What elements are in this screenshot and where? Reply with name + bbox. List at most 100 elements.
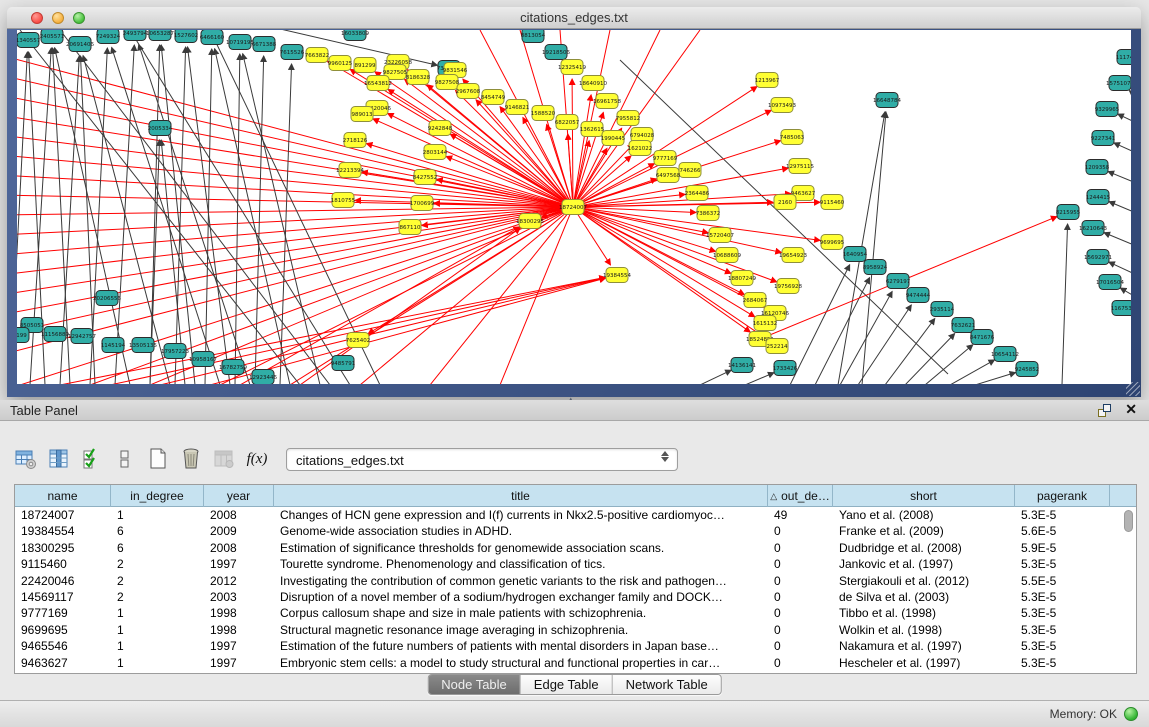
- table-row[interactable]: 946362711997Embryonic stem cells: a mode…: [15, 655, 1136, 671]
- select-all-icon[interactable]: [80, 447, 104, 471]
- graph-node[interactable]: 20691406: [66, 37, 94, 52]
- column-header-name[interactable]: name: [15, 485, 111, 507]
- graph-node[interactable]: 7615526: [280, 45, 305, 60]
- graph-node-selected[interactable]: 2684067: [743, 293, 768, 308]
- table-row[interactable]: 1938455462009Genome-wide association stu…: [15, 523, 1136, 539]
- graph-node[interactable]: 1145194: [101, 338, 126, 353]
- graph-node-selected[interactable]: 18640910: [579, 76, 607, 91]
- graph-node-selected[interactable]: 12975115: [786, 159, 814, 174]
- graph-node-selected[interactable]: 1213967: [755, 73, 780, 88]
- function-builder-icon[interactable]: f(x): [245, 447, 269, 471]
- graph-node[interactable]: 8813054: [521, 30, 546, 43]
- table-row[interactable]: 977716911998Corpus callosum shape and si…: [15, 605, 1136, 621]
- graph-node[interactable]: 9245852: [1015, 362, 1040, 377]
- graph-node[interactable]: 1209358: [1085, 160, 1110, 175]
- graph-node[interactable]: 39199: [17, 328, 29, 343]
- graph-node-selected[interactable]: 18807249: [728, 271, 756, 286]
- graph-node[interactable]: 16648784: [873, 93, 901, 108]
- graph-node[interactable]: 1244415: [1086, 190, 1111, 205]
- graph-node[interactable]: 11156889: [41, 327, 69, 342]
- graph-node[interactable]: 1117404: [1116, 50, 1131, 65]
- clear-selection-icon[interactable]: [113, 447, 137, 471]
- graph-node[interactable]: 9227341: [1091, 131, 1116, 146]
- network-canvas[interactable]: 1872400713405572405571206914067249324249…: [17, 30, 1131, 384]
- graph-node-selected[interactable]: 8454749: [481, 90, 506, 105]
- table-row[interactable]: 1456911722003Disruption of a novel membe…: [15, 589, 1136, 605]
- graph-node-selected[interactable]: 9242848: [428, 121, 453, 136]
- graph-node-selected[interactable]: 7663822: [305, 48, 330, 63]
- graph-node[interactable]: 6466160: [200, 30, 225, 45]
- column-header-title[interactable]: title: [274, 485, 768, 507]
- graph-node-selected[interactable]: 7625402: [346, 333, 371, 348]
- graph-node[interactable]: 1640954: [843, 247, 868, 262]
- graph-node[interactable]: 15692971: [1084, 250, 1112, 265]
- graph-node-selected[interactable]: 2364486: [685, 186, 710, 201]
- graph-node[interactable]: 15751074: [1106, 76, 1131, 91]
- graph-node-selected[interactable]: 16543812: [364, 76, 392, 91]
- graph-node[interactable]: 1527602: [174, 30, 199, 43]
- graph-node-selected[interactable]: 989013: [351, 107, 373, 122]
- graph-node-selected[interactable]: 7485063: [780, 130, 805, 145]
- graph-node-selected[interactable]: 1810755: [331, 193, 356, 208]
- graph-node-selected[interactable]: 2718126: [343, 133, 368, 148]
- column-header-pagerank[interactable]: pagerank: [1015, 485, 1110, 507]
- graph-node-selected[interactable]: 252214: [766, 339, 788, 354]
- graph-node[interactable]: 19218506: [542, 45, 570, 60]
- graph-node-selected[interactable]: 746266: [679, 163, 701, 178]
- graph-node-selected[interactable]: 1615132: [753, 316, 778, 331]
- new-document-icon[interactable]: [146, 447, 170, 471]
- graph-node[interactable]: 1340557: [17, 33, 41, 48]
- table-row[interactable]: 946554611997Estimation of the future num…: [15, 638, 1136, 654]
- graph-node-selected[interactable]: 19654923: [779, 248, 807, 263]
- table-row[interactable]: 1872400712008Changes of HCN gene express…: [15, 507, 1136, 523]
- graph-node[interactable]: 12923446: [249, 370, 277, 385]
- graph-node-selected[interactable]: 1362615: [580, 122, 605, 137]
- graph-node-selected[interactable]: 19756928: [774, 279, 802, 294]
- tab-edge-table[interactable]: Edge Table: [521, 675, 613, 694]
- float-panel-icon[interactable]: [1098, 404, 1111, 417]
- graph-node[interactable]: 2005334: [148, 121, 173, 136]
- graph-node-selected[interactable]: 2160: [774, 195, 796, 210]
- table-settings-icon[interactable]: [14, 447, 38, 471]
- tab-node-table[interactable]: Node Table: [428, 675, 521, 694]
- resize-grip-icon[interactable]: [1126, 382, 1140, 396]
- table-row[interactable]: 1830029562008Estimation of significance …: [15, 540, 1136, 556]
- graph-node[interactable]: 10719195: [226, 35, 254, 50]
- graph-node-selected[interactable]: 1990445: [601, 131, 626, 146]
- column-header-year[interactable]: year: [204, 485, 274, 507]
- graph-node-selected[interactable]: 7386372: [696, 206, 721, 221]
- column-header-short[interactable]: short: [833, 485, 1015, 507]
- graph-node-selected[interactable]: 1621022: [628, 141, 653, 156]
- graph-node-selected[interactable]: 12325419: [558, 60, 586, 75]
- graph-node[interactable]: 9474444: [906, 288, 931, 303]
- table-row[interactable]: 2242004622012Investigating the contribut…: [15, 573, 1136, 589]
- graph-node[interactable]: 7249324: [96, 30, 121, 44]
- graph-node[interactable]: 2935114: [930, 302, 955, 317]
- graph-node[interactable]: 16782759: [219, 360, 247, 375]
- graph-node-selected[interactable]: 18300295: [516, 214, 544, 229]
- graph-node[interactable]: 8471676: [970, 330, 995, 345]
- graph-node-selected[interactable]: 18724007: [559, 200, 587, 215]
- table-scrollbar-thumb[interactable]: [1124, 510, 1133, 532]
- graph-node-selected[interactable]: 6497568: [656, 168, 681, 183]
- graph-node[interactable]: 12942757: [68, 329, 96, 344]
- graph-node-selected[interactable]: 2967608: [456, 84, 481, 99]
- graph-node[interactable]: 10654112: [991, 347, 1019, 362]
- graph-node[interactable]: 8958924: [863, 260, 888, 275]
- graph-node-selected[interactable]: 891299: [354, 58, 376, 73]
- graph-node-selected[interactable]: 8186328: [406, 70, 431, 85]
- graph-node-selected[interactable]: 10973493: [768, 98, 796, 113]
- network-window-titlebar[interactable]: citations_edges.txt: [7, 7, 1141, 29]
- graph-node[interactable]: 8215955: [1056, 205, 1081, 220]
- graph-node-selected[interactable]: 9699695: [820, 235, 845, 250]
- graph-node[interactable]: 1733426: [773, 361, 798, 376]
- graph-node-selected[interactable]: 9146821: [505, 100, 530, 115]
- graph-node[interactable]: 7632621: [951, 318, 976, 333]
- graph-node-selected[interactable]: 9115460: [820, 195, 845, 210]
- graph-node[interactable]: 16210643: [1079, 221, 1107, 236]
- graph-node[interactable]: 10653287: [146, 30, 174, 41]
- table-selector[interactable]: citations_edges.txt: [286, 448, 678, 471]
- graph-node-selected[interactable]: 1588520: [531, 106, 556, 121]
- graph-node[interactable]: 2493794: [123, 30, 148, 41]
- graph-node[interactable]: 17957223: [161, 344, 189, 359]
